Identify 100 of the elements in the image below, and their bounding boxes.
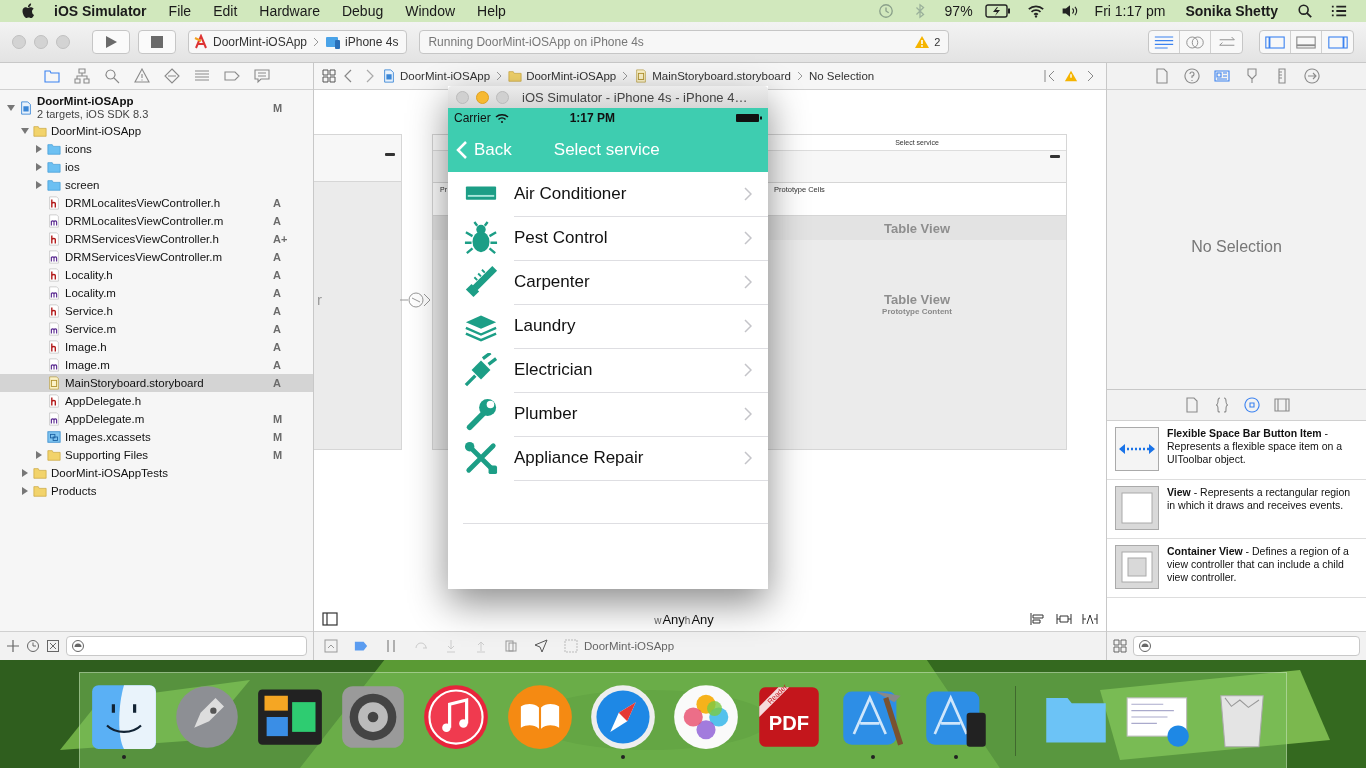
file-tree-item[interactable]: ios [0, 158, 313, 176]
menu-item[interactable]: Debug [341, 3, 384, 19]
path-crumb[interactable]: MainStoryboard.storyboard [634, 69, 791, 83]
grid-icon[interactable] [322, 69, 336, 83]
diamond-icon[interactable] [163, 68, 180, 84]
compass-icon[interactable] [588, 682, 657, 751]
location-icon[interactable] [534, 639, 548, 653]
scheme-selector[interactable]: DoorMint-iOSApp iPhone 4s [188, 30, 408, 54]
file-tree-item[interactable]: Service.m A [0, 320, 313, 338]
service-row[interactable]: Appliance Repair [448, 436, 768, 480]
close-button[interactable] [456, 90, 469, 104]
filter-field[interactable] [1133, 636, 1360, 656]
apple-logo-icon[interactable] [22, 3, 36, 19]
battery-icon[interactable] [984, 4, 1011, 18]
hide-console-icon[interactable] [324, 639, 338, 653]
add-icon[interactable] [6, 639, 20, 653]
service-row[interactable]: Air Conditioner [448, 172, 768, 216]
speaker-icon[interactable] [1060, 3, 1079, 19]
align-icon[interactable] [1030, 612, 1046, 626]
grid-icon[interactable] [1113, 639, 1127, 653]
file-tree-item[interactable]: Locality.h A [0, 266, 313, 284]
breakpoint-icon[interactable] [354, 639, 368, 653]
file-tree-item[interactable]: DRMServicesViewController.m A [0, 248, 313, 266]
disclosure-triangle-icon[interactable] [6, 103, 16, 113]
target-selector[interactable]: DoorMint-iOSApp [564, 639, 675, 653]
file-tree-item[interactable]: Supporting Files M [0, 446, 313, 464]
warning-icon[interactable] [1064, 69, 1078, 83]
file-tree-item[interactable]: DoorMint-iOSApp 2 targets, iOS SDK 8.3 M [0, 94, 313, 122]
library-item[interactable]: Flexible Space Bar Button Item - Represents a flexible space item on a UIToolbar object. [1107, 421, 1366, 480]
service-row[interactable]: Carpenter [448, 260, 768, 304]
service-row[interactable]: Laundry [448, 304, 768, 348]
stop-button[interactable] [138, 30, 176, 54]
file-tree-item[interactable]: DRMLocalitesViewController.m A [0, 212, 313, 230]
warning-icon[interactable] [133, 68, 150, 84]
file-tree-item[interactable]: DRMServicesViewController.h A+ [0, 230, 313, 248]
pin-icon[interactable] [1056, 612, 1072, 626]
path-crumb[interactable]: DoorMint-iOSApp [382, 69, 491, 83]
service-row[interactable]: Electrician [448, 348, 768, 392]
service-row[interactable]: Pest Control [448, 216, 768, 260]
help-icon[interactable] [1183, 68, 1200, 84]
file-tree-item[interactable]: DoorMint-iOSApp [0, 122, 313, 140]
file-icon[interactable] [1153, 68, 1170, 84]
clock-icon[interactable] [876, 3, 895, 19]
table-view-title: Table View [883, 292, 951, 307]
hierarchy-icon[interactable] [73, 68, 90, 84]
folder-icon[interactable] [43, 68, 60, 84]
flower-icon[interactable] [672, 682, 741, 751]
file-tree-item[interactable]: Products [0, 482, 313, 500]
clock-icon[interactable] [26, 639, 40, 653]
scm-filter-icon[interactable] [46, 639, 60, 653]
file-tree-item[interactable]: Image.h A [0, 338, 313, 356]
file-tree-item[interactable]: Images.xcassets M [0, 428, 313, 446]
book-icon[interactable] [505, 682, 574, 751]
speech-bubble-icon[interactable] [253, 68, 270, 84]
identity-card-icon[interactable] [1213, 68, 1230, 84]
file-tree-item[interactable]: Service.h A [0, 302, 313, 320]
file-tree-item[interactable]: DRMLocalitesViewController.h A [0, 194, 313, 212]
service-name: Pest Control [514, 227, 609, 248]
view-debug-icon[interactable] [504, 639, 518, 653]
pause-icon[interactable] [384, 639, 398, 653]
menu-item[interactable]: File [168, 3, 192, 19]
outline-toggle-icon[interactable] [322, 612, 338, 626]
file-tree-item[interactable]: screen [0, 176, 313, 194]
path-crumb[interactable]: DoorMint-iOSApp [508, 69, 617, 83]
scm-status: A [273, 323, 282, 335]
app-menu[interactable]: iOS Simulator [54, 3, 147, 19]
search-icon[interactable] [1296, 3, 1314, 19]
menu-item[interactable]: Edit [213, 3, 238, 19]
file-tree-item[interactable]: DoorMint-iOSAppTests [0, 464, 313, 482]
file-tree-item[interactable]: Locality.m A [0, 284, 313, 302]
filter-field[interactable] [66, 636, 307, 656]
minimize-button[interactable] [476, 90, 489, 104]
device-icon [325, 34, 342, 50]
resolve-icon[interactable] [1082, 612, 1098, 626]
zoom-button[interactable] [496, 90, 509, 104]
file-tree-item[interactable]: icons [0, 140, 313, 158]
user-name[interactable]: Sonika Shetty [1185, 3, 1278, 19]
run-button[interactable] [92, 30, 130, 54]
menu-item[interactable]: Window [405, 3, 456, 19]
film-icon[interactable] [1273, 397, 1290, 413]
size-class-control[interactable]: wAnyhAny [654, 611, 714, 627]
service-row[interactable]: Plumber [448, 392, 768, 436]
file-icon[interactable] [1183, 397, 1200, 413]
menu-item[interactable]: Hardware [259, 3, 320, 19]
object-icon[interactable] [1243, 397, 1260, 413]
music-note-icon[interactable] [422, 682, 491, 751]
braces-icon[interactable] [1213, 397, 1230, 413]
file-tree-item[interactable]: MainStoryboard.storyboard A [0, 374, 313, 392]
file-tree-item[interactable]: AppDelegate.m M [0, 410, 313, 428]
wifi-icon[interactable] [1026, 3, 1045, 19]
file-tree-item[interactable]: Image.m A [0, 356, 313, 374]
warning-icon[interactable] [914, 35, 931, 49]
finder-icon[interactable] [89, 682, 158, 751]
menu-item[interactable]: Help [477, 3, 506, 19]
list-icon[interactable] [1330, 3, 1348, 19]
file-tree-item[interactable]: AppDelegate.h [0, 392, 313, 410]
tag-icon[interactable] [223, 68, 240, 84]
library-item[interactable]: Container View - Defines a region of a view controller that can include a child view controller. [1107, 539, 1366, 598]
library-item[interactable]: View - Represents a rectangular region in which it draws and receives events. [1107, 480, 1366, 539]
path-crumb[interactable]: No Selection [808, 70, 875, 82]
